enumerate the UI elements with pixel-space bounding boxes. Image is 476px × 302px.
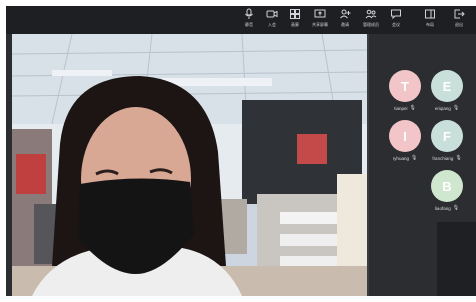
mic-icon: 🎙 [452,205,460,211]
meeting-toolbar: 静音 入会 画廊 共享屏幕 邀请 管理成员 会议 布局 退出 [6,6,476,34]
manage-members-button[interactable]: 管理成员 [358,8,384,32]
mic-icon: 🎙 [409,105,416,111]
tool-label: 邀请 [341,22,349,27]
invite-button[interactable]: 邀请 [332,8,358,32]
gallery-icon [290,9,300,19]
participant-name: liaofang [434,205,451,211]
exit-button[interactable]: 退出 [446,8,472,32]
video-frame [12,34,367,296]
participant-tile[interactable]: B liaofang 🎙 [427,170,467,214]
participant-tile[interactable]: T tianpei 🎙 [385,70,425,114]
tool-label: 静音 [245,22,253,27]
participant-name: franchiang [432,155,454,161]
share-screen-button[interactable]: 共享屏幕 [307,8,333,32]
tool-label: 共享屏幕 [312,22,328,27]
avatar-initial: E [442,78,452,94]
participant-tile[interactable]: I ryhuang 🎙 [385,120,425,164]
invite-icon [340,9,351,19]
participant-tile[interactable]: F franchiang 🎙 [427,120,467,164]
participant-name: tianpei [394,105,408,111]
participant-name: ryhuang [392,155,409,161]
mic-icon [245,8,253,19]
tool-label: 入会 [268,22,276,27]
avatar: B [431,170,463,202]
members-icon [365,9,377,19]
mic-icon: 🎙 [452,105,460,111]
tool-label: 布局 [426,22,434,27]
tool-label: 管理成员 [363,22,379,27]
participant-tile[interactable]: E eriqiang 🎙 [427,70,467,114]
main-speaker-video[interactable] [12,34,367,296]
participant-name: eriqiang [434,105,451,111]
mic-icon: 🎙 [455,155,462,161]
mic-icon: 🎙 [410,155,418,161]
share-screen-icon [314,9,326,18]
avatar: T [389,70,421,102]
avatar: F [431,120,463,152]
meeting-window: 静音 入会 画廊 共享屏幕 邀请 管理成员 会议 布局 退出 T tianpei… [6,6,476,296]
tool-label: 画廊 [291,22,299,27]
exit-icon [454,9,465,19]
chat-button[interactable]: 会议 [383,8,409,32]
avatar-initial: T [401,78,409,94]
avatar-initial: B [442,178,452,194]
avatar: I [389,120,421,152]
tool-label: 退出 [455,22,463,27]
tool-label: 会议 [392,22,400,27]
video-icon [266,10,278,18]
panel-footer-area [437,222,476,296]
gallery-button[interactable]: 画廊 [282,8,308,32]
layout-icon [425,9,435,19]
avatar: E [431,70,463,102]
avatar-initial: I [403,128,407,144]
layout-button[interactable]: 布局 [417,8,443,32]
avatar-initial: F [443,128,451,144]
chat-icon [391,9,401,20]
